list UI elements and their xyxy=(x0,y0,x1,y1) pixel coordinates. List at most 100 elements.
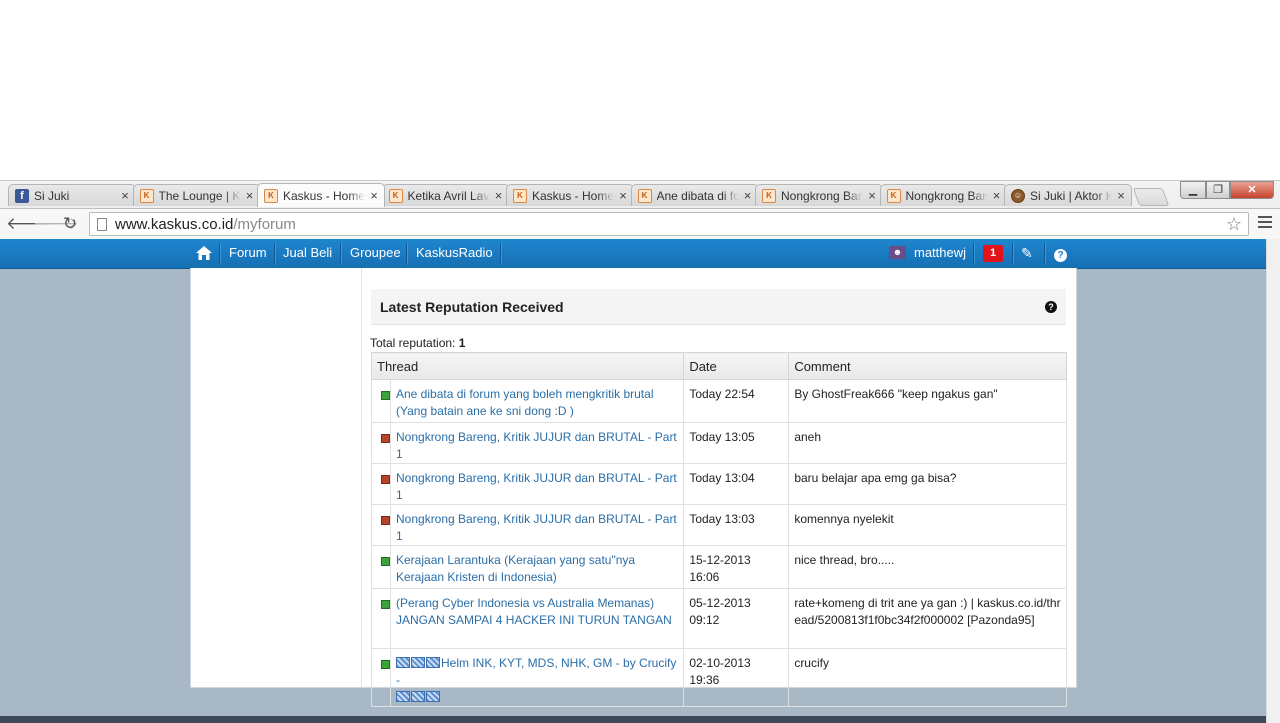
browser-tab[interactable]: ☺ Si Juki | Aktor Kaskus× xyxy=(1004,184,1132,206)
question-icon[interactable]: ? xyxy=(1045,301,1057,313)
comment-cell: aneh xyxy=(788,422,1067,464)
thread-link[interactable]: Nongkrong Bareng, Kritik JUJUR dan BRUTA… xyxy=(396,430,677,461)
tab-close-icon[interactable]: × xyxy=(493,188,505,203)
back-arrow-icon[interactable]: 🡐 xyxy=(6,214,52,234)
page-icon xyxy=(97,217,107,231)
thread-cell: Kerajaan Larantuka (Kerajaan yang satu"n… xyxy=(389,545,685,589)
user-avatar-icon[interactable]: ☻ xyxy=(889,246,906,259)
comment-cell: baru belajar apa emg ga bisa? xyxy=(788,463,1067,505)
emoticon-icon xyxy=(411,657,425,668)
tab-close-icon[interactable]: × xyxy=(866,188,878,203)
kaskus-icon: K xyxy=(762,188,776,203)
thread-link[interactable]: Nongkrong Bareng, Kritik JUJUR dan BRUTA… xyxy=(396,471,677,502)
tab-close-icon[interactable]: × xyxy=(368,188,380,203)
thread-cell: Nongkrong Bareng, Kritik JUJUR dan BRUTA… xyxy=(389,422,685,464)
tab-close-icon[interactable]: × xyxy=(244,188,256,203)
browser-tab[interactable]: K Nongkrong Bareng× xyxy=(879,184,1008,206)
browser-tab[interactable]: K Nongkrong Bareng× xyxy=(755,184,883,206)
maximize-icon[interactable]: ❐ xyxy=(1206,181,1230,199)
tab-close-icon[interactable]: × xyxy=(617,188,629,203)
table-row: Nongkrong Bareng, Kritik JUJUR dan BRUTA… xyxy=(371,504,1067,546)
thread-link[interactable]: (Perang Cyber Indonesia vs Australia Mem… xyxy=(396,596,672,627)
negative-rep-icon xyxy=(381,475,390,484)
column-header-date: Date xyxy=(683,352,790,380)
reputation-table: Thread Date Comment Ane dibata di forum … xyxy=(370,352,1067,707)
thread-link[interactable]: Nongkrong Bareng, Kritik JUJUR dan BRUTA… xyxy=(396,512,677,543)
reputation-indicator-cell xyxy=(371,504,391,546)
comment-cell: By GhostFreak666 "keep ngakus gan" xyxy=(788,379,1067,423)
date-cell: 15-12-2013 16:06 xyxy=(683,545,790,589)
address-bar[interactable]: www.kaskus.co.id/myforum ☆ xyxy=(89,212,1249,236)
nav-kaskusradio[interactable]: KaskusRadio xyxy=(416,239,493,268)
help-circle-icon[interactable]: ? xyxy=(1054,239,1067,268)
reputation-header: Latest Reputation Received ? xyxy=(371,289,1066,325)
browser-toolbar: 🡐 🡒 ↻ www.kaskus.co.id/myforum ☆ xyxy=(0,208,1280,240)
nav-divider xyxy=(406,243,407,265)
reputation-title: Latest Reputation Received xyxy=(380,299,564,315)
nav-divider xyxy=(274,243,275,265)
thread-link[interactable]: Ane dibata di forum yang boleh mengkriti… xyxy=(396,387,653,418)
comment-cell: komennya nyelekit xyxy=(788,504,1067,546)
reload-icon[interactable]: ↻ xyxy=(60,214,80,234)
tab-title: Nongkrong Bareng xyxy=(781,188,863,203)
total-reputation: Total reputation: 1 xyxy=(370,336,465,350)
tab-close-icon[interactable]: × xyxy=(991,188,1003,203)
kaskus-icon: K xyxy=(388,188,403,203)
pencil-icon[interactable]: ✎ xyxy=(1021,239,1033,268)
tab-title: Nongkrong Bareng xyxy=(905,188,988,203)
tab-close-icon[interactable]: × xyxy=(1115,188,1127,203)
nav-divider xyxy=(1012,243,1013,265)
bookmark-star-icon[interactable]: ☆ xyxy=(1226,214,1242,234)
negative-rep-icon xyxy=(381,434,390,443)
nav-forum[interactable]: Forum xyxy=(229,239,267,268)
username-link[interactable]: matthewj xyxy=(914,239,966,268)
table-row: Kerajaan Larantuka (Kerajaan yang satu"n… xyxy=(371,545,1067,589)
facebook-icon: f xyxy=(15,188,29,203)
chrome-menu-icon[interactable] xyxy=(1258,216,1272,231)
minimize-icon[interactable]: ▁ xyxy=(1180,181,1206,199)
reputation-indicator-cell xyxy=(371,545,391,589)
scrollbar[interactable] xyxy=(1266,239,1280,723)
nav-divider xyxy=(973,243,974,265)
browser-tab[interactable]: K Ketika Avril Lavigne× xyxy=(381,184,510,206)
notification-badge[interactable]: 1 xyxy=(983,245,1003,262)
juki-icon: ☺ xyxy=(1011,188,1025,203)
forward-arrow-icon[interactable]: 🡒 xyxy=(33,214,79,234)
browser-tab[interactable]: f Si Juki × xyxy=(8,184,136,206)
browser-tab[interactable]: K Kaskus - Home × xyxy=(257,183,385,207)
tab-title: Ketika Avril Lavigne xyxy=(407,188,490,203)
tab-close-icon[interactable]: × xyxy=(119,188,131,203)
home-icon[interactable] xyxy=(196,239,214,268)
total-reputation-value: 1 xyxy=(458,336,466,350)
table-row: Nongkrong Bareng, Kritik JUJUR dan BRUTA… xyxy=(371,422,1067,464)
reputation-rows: Ane dibata di forum yang boleh mengkriti… xyxy=(371,379,1067,707)
nav-divider xyxy=(1044,243,1045,265)
url-host: www.kaskus.co.id xyxy=(115,215,234,233)
positive-rep-icon xyxy=(381,391,390,400)
window-controls: ▁ ❐ ✕ xyxy=(1180,181,1274,199)
tab-title: Kaskus - Home xyxy=(283,188,365,203)
table-header-row: Thread Date Comment xyxy=(370,352,1067,380)
new-tab-button[interactable] xyxy=(1132,188,1170,206)
thread-link[interactable]: Kerajaan Larantuka (Kerajaan yang satu"n… xyxy=(396,553,635,584)
column-header-thread: Thread xyxy=(370,352,685,380)
nav-divider xyxy=(500,243,501,265)
nav-jual-beli[interactable]: Jual Beli xyxy=(283,239,332,268)
window-close-icon[interactable]: ✕ xyxy=(1230,181,1274,199)
tab-close-icon[interactable]: × xyxy=(742,188,754,203)
nav-groupee[interactable]: Groupee xyxy=(350,239,401,268)
browser-tab[interactable]: K Kaskus - Home × xyxy=(506,184,634,206)
kaskus-icon: K xyxy=(139,188,154,203)
url-path: /myforum xyxy=(233,215,296,233)
tab-title: Si Juki | Aktor Kaskus xyxy=(1030,188,1112,203)
positive-rep-icon xyxy=(381,600,390,609)
thread-title: Nongkrong Bareng, Kritik JUJUR dan BRUTA… xyxy=(396,512,677,543)
thread-link[interactable]: Helm INK, KYT, MDS, NHK, GM - by Crucify… xyxy=(396,656,676,704)
nav-divider xyxy=(340,243,341,265)
thread-cell: Nongkrong Bareng, Kritik JUJUR dan BRUTA… xyxy=(389,504,685,546)
browser-tab[interactable]: K The Lounge | Kaskus× xyxy=(132,184,261,206)
tab-title: Kaskus - Home xyxy=(532,188,614,203)
date-cell: Today 13:05 xyxy=(683,422,790,464)
browser-tab[interactable]: K Ane dibata di forum× xyxy=(630,184,759,206)
date-cell: Today 22:54 xyxy=(683,379,790,423)
